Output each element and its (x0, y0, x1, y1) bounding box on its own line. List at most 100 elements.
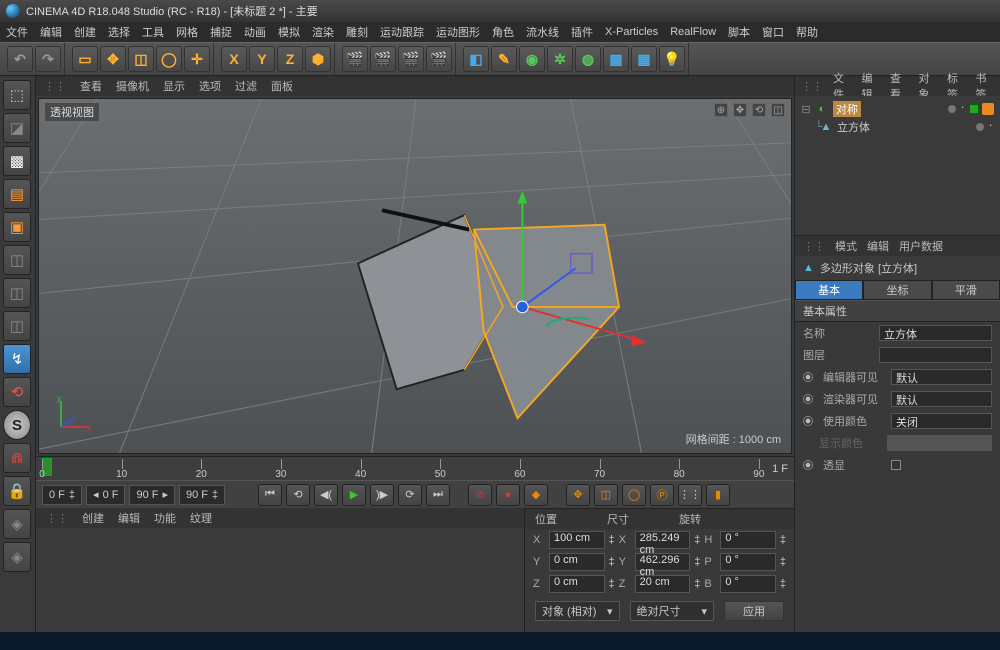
menu-edit[interactable]: 编辑 (40, 24, 62, 40)
texture-mode[interactable]: ▩ (3, 146, 31, 176)
vp-nav4-icon[interactable]: ◫ (771, 103, 785, 117)
pos-y-field[interactable]: 0 cm (549, 553, 605, 571)
camera2-tool[interactable]: ▦ (631, 46, 657, 72)
redo-button[interactable]: ↷ (35, 46, 61, 72)
use-color-radio[interactable] (803, 416, 813, 426)
vp-view[interactable]: 查看 (80, 78, 102, 94)
pla-key-button[interactable]: ⋮⋮ (678, 484, 702, 506)
misc1-button[interactable]: ◈ (3, 509, 31, 539)
select-tool[interactable]: ▭ (72, 46, 98, 72)
layer-field[interactable] (879, 347, 992, 363)
menu-help[interactable]: 帮助 (796, 24, 818, 40)
lock-toggle[interactable]: 🔒 (3, 476, 31, 506)
object-row-symmetry[interactable]: ⊟ ◐ 对称 ᛫ (801, 100, 994, 118)
checkmark-icon[interactable] (969, 104, 979, 114)
vp-nav2-icon[interactable]: ✥ (733, 103, 747, 117)
tab-coord[interactable]: 坐标 (863, 280, 931, 300)
play-button[interactable]: ▶ (342, 484, 366, 506)
rot-b-field[interactable]: 0 ° (720, 575, 776, 593)
y-axis-toggle[interactable]: Y (249, 46, 275, 72)
menu-mesh[interactable]: 网格 (176, 24, 198, 40)
end-frame-field[interactable]: 90 F‡ (179, 485, 225, 505)
use-color-field[interactable]: 关闭 (891, 413, 992, 429)
next-key-button[interactable]: ⟳ (398, 484, 422, 506)
undo-button[interactable]: ↶ (7, 46, 33, 72)
tag-icon[interactable] (982, 103, 994, 115)
prev-key-button[interactable]: ⟲ (286, 484, 310, 506)
step-back-button[interactable]: ◀( (314, 484, 338, 506)
record-button[interactable]: ⊘ (468, 484, 492, 506)
goto-end-button[interactable]: ⏭ (426, 484, 450, 506)
menu-select[interactable]: 选择 (108, 24, 130, 40)
perspective-viewport[interactable]: 透视视图 ⊕ ✥ ⟲ ◫ (38, 98, 792, 454)
menu-render[interactable]: 渲染 (312, 24, 334, 40)
mat-function[interactable]: 功能 (154, 510, 176, 526)
environment-tool[interactable]: ◍ (575, 46, 601, 72)
make-editable[interactable]: ⬚ (3, 80, 31, 110)
editor-vis-radio[interactable] (803, 372, 813, 382)
scale-key-button[interactable]: ◫ (594, 484, 618, 506)
menu-plugins[interactable]: 插件 (571, 24, 593, 40)
menu-sculpt[interactable]: 雕刻 (346, 24, 368, 40)
mat-create[interactable]: 创建 (82, 510, 104, 526)
rotate-tool[interactable]: ◯ (156, 46, 182, 72)
deformer-tool[interactable]: ✲ (547, 46, 573, 72)
render-view-button[interactable]: 🎬 (342, 46, 368, 72)
mat-texture[interactable]: 纹理 (190, 510, 212, 526)
timeline[interactable]: 0 10 20 30 40 50 60 70 80 90 1 F (36, 456, 794, 480)
rot-p-field[interactable]: 0 ° (720, 553, 776, 571)
render-vis-radio[interactable] (803, 394, 813, 404)
pos-x-field[interactable]: 100 cm (549, 531, 605, 549)
cube-primitive[interactable]: ◧ (463, 46, 489, 72)
range-end-field[interactable]: 90 F▸ (129, 485, 175, 505)
vp-options[interactable]: 选项 (199, 78, 221, 94)
last-tool[interactable]: ✛ (184, 46, 210, 72)
menu-realflow[interactable]: RealFlow (670, 26, 716, 38)
attr-mode[interactable]: 模式 (835, 238, 857, 254)
point-mode[interactable]: ◫ (3, 245, 31, 275)
magnet-toggle[interactable]: ⋒ (3, 443, 31, 473)
x-axis-toggle[interactable]: X (221, 46, 247, 72)
attr-edit[interactable]: 编辑 (867, 238, 889, 254)
materials-panel[interactable] (36, 528, 524, 632)
vp-panel[interactable]: 面板 (271, 78, 293, 94)
pos-z-field[interactable]: 0 cm (549, 575, 605, 593)
coord-mode-select[interactable]: 对象 (相对)▾ (535, 601, 620, 621)
coord-system[interactable]: ⬢ (305, 46, 331, 72)
vp-filter[interactable]: 过滤 (235, 78, 257, 94)
object-name-field[interactable]: 立方体 (879, 325, 992, 341)
mat-edit[interactable]: 编辑 (118, 510, 140, 526)
object-mode[interactable]: ▣ (3, 212, 31, 242)
xray-radio[interactable] (803, 460, 813, 470)
object-list[interactable]: ⊟ ◐ 对称 ᛫ └ ▲ 立方体 ᛫ (795, 96, 1000, 236)
editor-vis-field[interactable]: 默认 (891, 369, 992, 385)
goto-start-button[interactable]: ⏮ (258, 484, 282, 506)
menu-window[interactable]: 窗口 (762, 24, 784, 40)
menu-character[interactable]: 角色 (492, 24, 514, 40)
menu-xparticles[interactable]: X-Particles (605, 26, 658, 38)
vp-nav1-icon[interactable]: ⊕ (714, 103, 728, 117)
param-key-button[interactable]: Ⓟ (650, 484, 674, 506)
menu-pipeline[interactable]: 流水线 (526, 24, 559, 40)
move-tool[interactable]: ✥ (100, 46, 126, 72)
misc2-button[interactable]: ◈ (3, 542, 31, 572)
menu-create[interactable]: 创建 (74, 24, 96, 40)
z-axis-toggle[interactable]: Z (277, 46, 303, 72)
menu-tools[interactable]: 工具 (142, 24, 164, 40)
menu-file[interactable]: 文件 (6, 24, 28, 40)
menu-motiontrack[interactable]: 运动跟踪 (380, 24, 424, 40)
film-button[interactable]: ▮ (706, 484, 730, 506)
scale-tool[interactable]: ◫ (128, 46, 154, 72)
pos-key-button[interactable]: ✥ (566, 484, 590, 506)
tweak-mode[interactable]: ⟲ (3, 377, 31, 407)
menu-mograph[interactable]: 运动图形 (436, 24, 480, 40)
camera-tool[interactable]: ▦ (603, 46, 629, 72)
size-z-field[interactable]: 20 cm (635, 575, 691, 593)
generator-tool[interactable]: ◉ (519, 46, 545, 72)
axis-mode[interactable]: ↯ (3, 344, 31, 374)
workplane-mode[interactable]: ▤ (3, 179, 31, 209)
size-y-field[interactable]: 462.296 cm (635, 553, 691, 571)
size-mode-select[interactable]: 绝对尺寸▾ (630, 601, 715, 621)
menu-animate[interactable]: 动画 (244, 24, 266, 40)
range-start-field[interactable]: ◂0 F (86, 485, 125, 505)
